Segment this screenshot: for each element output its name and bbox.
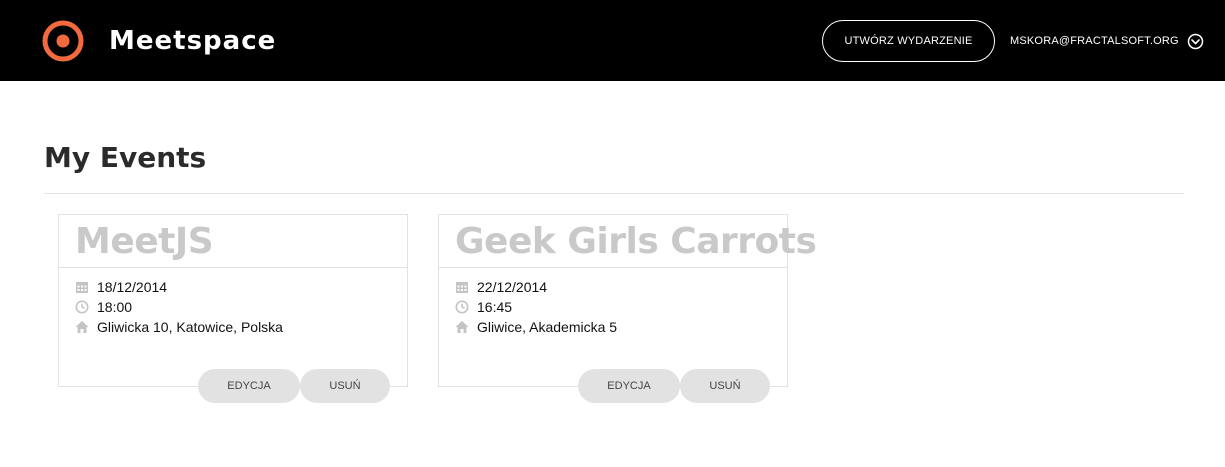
event-date-row: 18/12/2014 xyxy=(75,278,167,296)
page-title: My Events xyxy=(44,141,207,174)
event-location-row: Gliwice, Akademicka 5 xyxy=(455,318,617,336)
target-logo-icon[interactable] xyxy=(42,20,84,62)
event-time: 18:00 xyxy=(97,299,133,315)
home-icon xyxy=(75,321,89,333)
title-divider xyxy=(44,193,1184,194)
event-time-row: 18:00 xyxy=(75,298,132,316)
chevron-down-circle-icon[interactable] xyxy=(1187,33,1204,50)
delete-event-button[interactable]: USUŃ xyxy=(680,369,770,403)
event-date: 18/12/2014 xyxy=(97,279,168,295)
event-location: Gliwicka 10, Katowice, Polska xyxy=(97,319,283,335)
create-event-button[interactable]: UTWÓRZ WYDARZENIE xyxy=(822,20,995,62)
edit-event-button[interactable]: EDYCJA xyxy=(198,369,300,403)
event-card: MeetJS 18/12/2014 18:00 Gliwicka 10, Kat… xyxy=(58,214,408,387)
event-card: Geek Girls Carrots 22/12/2014 16:45 Gliw… xyxy=(438,214,817,387)
event-time-row: 16:45 xyxy=(455,298,512,316)
brand-name[interactable]: Meetspace xyxy=(109,22,276,60)
card-divider xyxy=(59,267,407,268)
event-location: Gliwice, Akademicka 5 xyxy=(477,319,618,335)
delete-event-button[interactable]: USUŃ xyxy=(300,369,390,403)
event-location-row: Gliwicka 10, Katowice, Polska xyxy=(75,318,283,336)
user-menu[interactable]: MSKORA@FRACTALSOFT.ORG xyxy=(1010,30,1204,52)
event-date-row: 22/12/2014 xyxy=(455,278,547,296)
calendar-icon xyxy=(456,282,468,293)
clock-icon xyxy=(455,300,469,314)
calendar-icon xyxy=(76,282,88,293)
home-icon xyxy=(455,321,469,333)
user-email: MSKORA@FRACTALSOFT.ORG xyxy=(1010,35,1179,47)
event-date: 22/12/2014 xyxy=(477,279,548,295)
event-time: 16:45 xyxy=(477,299,513,315)
edit-event-button[interactable]: EDYCJA xyxy=(578,369,680,403)
clock-icon xyxy=(75,300,89,314)
card-divider xyxy=(439,267,787,268)
event-title[interactable]: Geek Girls Carrots xyxy=(455,220,817,264)
event-title[interactable]: MeetJS xyxy=(75,220,214,264)
top-bar: Meetspace UTWÓRZ WYDARZENIE MSKORA@FRACT… xyxy=(0,0,1225,81)
